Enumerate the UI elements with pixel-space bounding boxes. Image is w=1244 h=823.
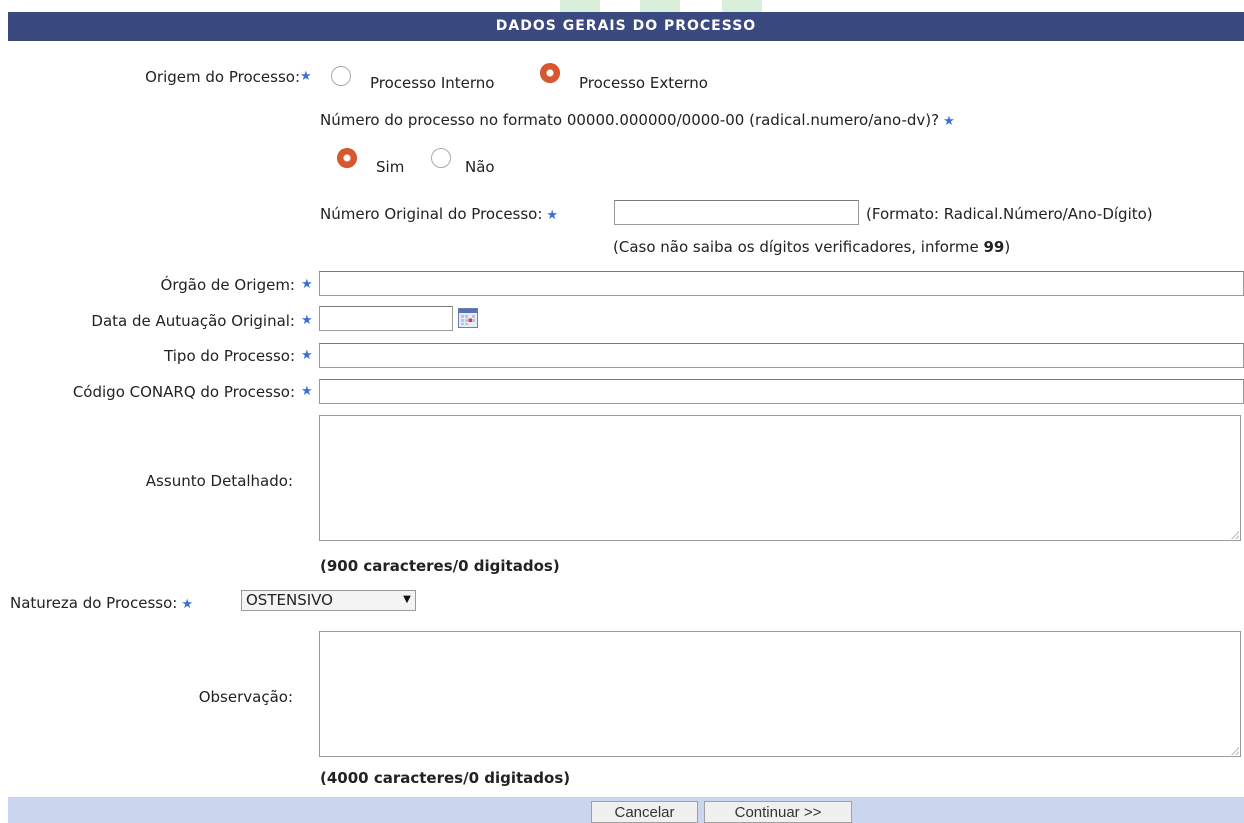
digits-hint: (Caso não saiba os dígitos verificadores… bbox=[613, 238, 1011, 256]
natureza-select[interactable]: OSTENSIVO ▼ bbox=[241, 590, 416, 611]
codigo-conarq-label: Código CONARQ do Processo: bbox=[72, 383, 295, 401]
data-autuacao-label: Data de Autuação Original: bbox=[91, 312, 295, 330]
radio-processo-externo-label[interactable]: Processo Externo bbox=[579, 74, 708, 92]
dropdown-arrow-icon: ▼ bbox=[403, 594, 411, 605]
required-star-icon: ★ bbox=[301, 313, 313, 328]
top-decoration-middle bbox=[640, 0, 680, 12]
tipo-processo-input[interactable] bbox=[319, 343, 1244, 368]
radio-processo-externo[interactable] bbox=[540, 63, 560, 83]
observacao-label: Observação: bbox=[198, 688, 293, 706]
top-decoration-left bbox=[560, 0, 600, 12]
codigo-conarq-input[interactable] bbox=[319, 379, 1244, 404]
resize-grip-icon[interactable] bbox=[1231, 747, 1239, 755]
resize-grip-icon[interactable] bbox=[1231, 531, 1239, 539]
natureza-selected-value: OSTENSIVO bbox=[246, 591, 333, 609]
observacao-textarea[interactable] bbox=[319, 631, 1241, 757]
cancel-button[interactable]: Cancelar bbox=[591, 801, 698, 823]
assunto-textarea[interactable] bbox=[319, 415, 1241, 541]
radio-processo-interno[interactable] bbox=[331, 66, 351, 86]
top-decoration-right bbox=[722, 0, 762, 12]
calendar-icon[interactable] bbox=[458, 308, 478, 328]
numero-original-format-hint: (Formato: Radical.Número/Ano-Dígito) bbox=[866, 205, 1153, 223]
observacao-counter: (4000 caracteres/0 digitados) bbox=[320, 769, 571, 787]
tipo-processo-label: Tipo do Processo: bbox=[164, 347, 295, 365]
required-star-icon: ★ bbox=[301, 384, 313, 399]
required-star-icon: ★ bbox=[301, 348, 313, 363]
radio-sim-label[interactable]: Sim bbox=[376, 158, 404, 176]
continue-button[interactable]: Continuar >> bbox=[704, 801, 852, 823]
radio-nao-label[interactable]: Não bbox=[465, 158, 495, 176]
section-header: DADOS GERAIS DO PROCESSO bbox=[8, 12, 1244, 41]
required-star-icon: ★ bbox=[181, 597, 193, 612]
required-star-icon: ★ bbox=[943, 114, 955, 129]
radio-processo-interno-label[interactable]: Processo Interno bbox=[370, 74, 494, 92]
assunto-label: Assunto Detalhado: bbox=[145, 472, 293, 490]
required-star-icon: ★ bbox=[301, 277, 313, 292]
required-star-icon: ★ bbox=[546, 208, 559, 223]
data-autuacao-input[interactable] bbox=[319, 306, 453, 331]
orgao-origem-input[interactable] bbox=[319, 271, 1244, 296]
natureza-label: Natureza do Processo: ★ bbox=[10, 594, 193, 612]
formato-question-label: Número do processo no formato 00000.0000… bbox=[320, 111, 955, 129]
radio-nao[interactable] bbox=[431, 148, 451, 168]
numero-original-label: Número Original do Processo: ★ bbox=[320, 205, 559, 223]
origem-label: Origem do Processo: bbox=[145, 68, 300, 86]
orgao-origem-label: Órgão de Origem: bbox=[160, 276, 295, 294]
radio-sim[interactable] bbox=[337, 148, 357, 168]
required-star-icon: ★ bbox=[300, 69, 312, 84]
assunto-counter: (900 caracteres/0 digitados) bbox=[320, 557, 560, 575]
numero-original-input[interactable] bbox=[614, 200, 859, 225]
